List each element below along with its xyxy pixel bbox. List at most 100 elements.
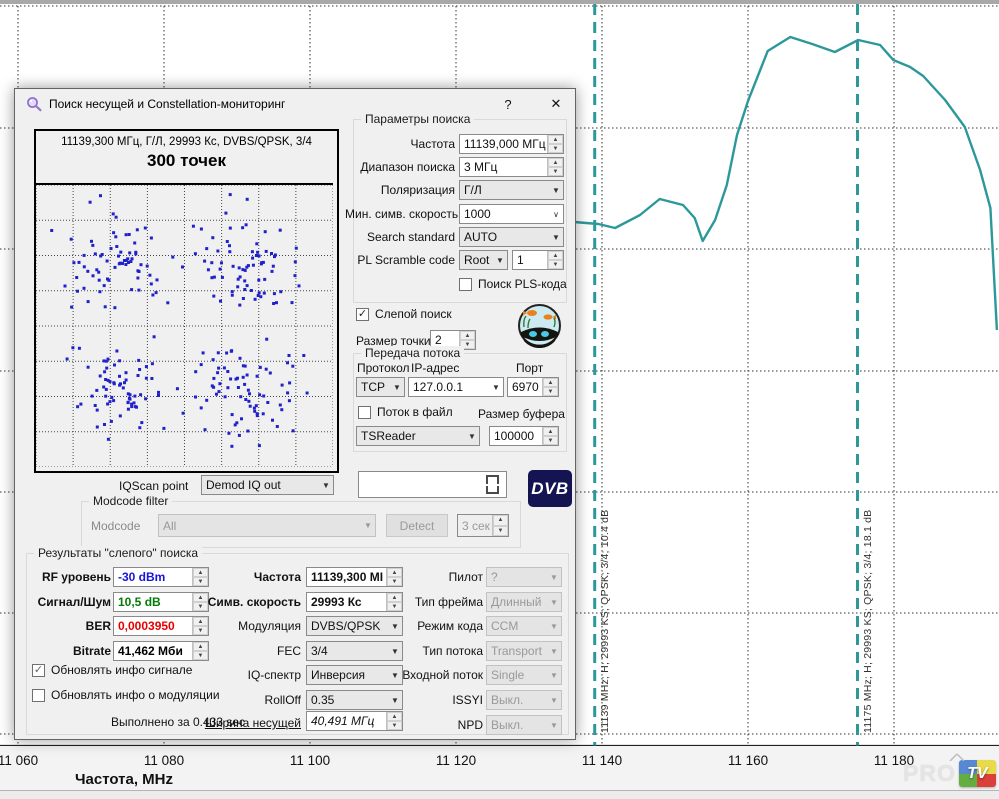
ip-address-select[interactable]: 127.0.0.1▼ bbox=[408, 377, 504, 397]
protocol-select[interactable]: TCP▼ bbox=[356, 377, 405, 397]
port-label: Порт bbox=[516, 361, 543, 375]
help-button[interactable]: ? bbox=[493, 89, 523, 119]
result-label-4: Bitrate bbox=[31, 644, 111, 658]
demod-field-6-value: 0.35 bbox=[307, 693, 388, 707]
result-field-1[interactable]: -30 dBm▲▼ bbox=[113, 567, 209, 587]
close-button[interactable]: ✕ bbox=[539, 89, 573, 119]
port-stepper[interactable]: 6970▲▼ bbox=[507, 377, 559, 397]
iqscan-label: IQScan point bbox=[119, 479, 188, 493]
demod-field-4-value: 3/4 bbox=[307, 644, 388, 658]
blind-search-checkbox[interactable]: ✓ Слепой поиск bbox=[356, 307, 452, 321]
demod-field-5-value: Инверсия bbox=[307, 668, 388, 682]
param-field-1-spin-buttons[interactable]: ▲▼ bbox=[547, 135, 563, 153]
result-field-4[interactable]: 41,462 Мби▲▼ bbox=[113, 641, 209, 661]
pl-scramble-mode-select-value: Root bbox=[460, 253, 493, 267]
chevron-down-icon: ▼ bbox=[547, 696, 561, 705]
param-field-2[interactable]: 3 МГц▲▼ bbox=[459, 157, 564, 177]
modcode-group-title: Modcode filter bbox=[89, 494, 172, 508]
demod-label-3: Модуляция bbox=[196, 619, 301, 633]
spectrum-trace bbox=[574, 37, 997, 330]
stream-info-label-2: Тип фрейма bbox=[381, 595, 483, 609]
stream-info-field-2-value: Длинный bbox=[487, 595, 547, 609]
stream-info-field-1: ?▼ bbox=[486, 567, 562, 587]
pl-scramble-value-stepper-value: 1 bbox=[513, 253, 547, 267]
iqscan-select[interactable]: Demod IQ out▼ bbox=[201, 475, 334, 495]
constellation-header: 11139,300 МГц, Г/Л, 29993 Кс, DVBS/QPSK,… bbox=[36, 136, 337, 148]
aquarium-cat-icon bbox=[517, 303, 562, 348]
result-field-3[interactable]: 0,0003950▲▼ bbox=[113, 616, 209, 636]
chevron-down-icon: ▼ bbox=[547, 671, 561, 680]
pl-scramble-value-stepper[interactable]: 1▲▼ bbox=[512, 250, 564, 270]
param-field-2-value: 3 МГц bbox=[460, 160, 547, 174]
pls-code-search-checkbox[interactable]: Поиск PLS-кода bbox=[459, 277, 567, 291]
chevron-down-icon: ▼ bbox=[547, 721, 561, 730]
modcode-select: All▼ bbox=[158, 514, 376, 537]
pl-scramble-value-stepper-spin-buttons[interactable]: ▲▼ bbox=[547, 251, 563, 269]
modcode-label: Modcode bbox=[91, 519, 140, 533]
chevron-down-icon: ▼ bbox=[547, 622, 561, 631]
x-tick-label-4: 11 120 bbox=[436, 753, 476, 768]
carrier-width-link[interactable]: Ширина несущей bbox=[190, 716, 301, 730]
x-tick-label-1: 11 060 bbox=[0, 753, 38, 768]
chevron-down-icon: ▼ bbox=[547, 573, 561, 582]
dialog-title: Поиск несущей и Constellation-мониторинг bbox=[49, 97, 285, 111]
carrier-search-dialog: Поиск несущей и Constellation-мониторинг… bbox=[14, 88, 576, 740]
carrier-width-stepper[interactable]: 40,491 МГц▲▼ bbox=[306, 711, 403, 731]
buffer-size-stepper[interactable]: 100000▲▼ bbox=[489, 426, 559, 446]
param-field-2-spin-buttons[interactable]: ▲▼ bbox=[547, 158, 563, 176]
tv-logo-icon: TV bbox=[959, 760, 996, 787]
carrier-marker-label-1: 11139 MHz; H; 29993 KS; QPSK; 3/4; 10.4 … bbox=[599, 510, 611, 733]
update-modulation-info-checkbox[interactable]: Обновлять инфо о модуляции bbox=[32, 688, 220, 702]
reader-select[interactable]: TSReader▼ bbox=[356, 426, 480, 446]
stream-info-field-2: Длинный▼ bbox=[486, 592, 562, 612]
demod-label-2: Симв. скорость bbox=[196, 595, 301, 609]
checkbox-checked-icon[interactable]: ✓ bbox=[356, 308, 369, 321]
stream-info-field-5-value: Single bbox=[487, 668, 547, 682]
stream-info-field-6: Выкл.▼ bbox=[486, 690, 562, 710]
chevron-down-icon: ▼ bbox=[549, 233, 563, 242]
pl-scramble-mode-select[interactable]: Root▼ bbox=[459, 250, 508, 270]
carrier-marker-label-2: 11175 MHz; H; 29993 KS; QPSK; 3/4; 18.1 … bbox=[862, 510, 874, 733]
demod-field-2-value: 29993 Кс bbox=[307, 595, 386, 609]
result-field-2[interactable]: 10,5 dB▲▼ bbox=[113, 592, 209, 612]
stream-info-field-6-value: Выкл. bbox=[487, 693, 547, 707]
param-field-5[interactable]: AUTO▼ bbox=[459, 227, 564, 247]
param-field-3[interactable]: Г/Л▼ bbox=[459, 180, 564, 200]
checkbox-checked-icon[interactable]: ✓ bbox=[32, 664, 45, 677]
protocol-label: Протокол bbox=[357, 361, 410, 375]
param-field-1[interactable]: 11139,000 МГц▲▼ bbox=[459, 134, 564, 154]
param-field-4[interactable]: 1000∨ bbox=[459, 204, 564, 224]
checkbox-unchecked-icon[interactable] bbox=[32, 689, 45, 702]
chevron-down-icon: ▼ bbox=[547, 647, 561, 656]
demod-field-3-value: DVBS/QPSK bbox=[307, 619, 388, 633]
update-signal-info-checkbox[interactable]: ✓ Обновлять инфо сигнале bbox=[32, 663, 192, 677]
magnifier-icon bbox=[26, 96, 42, 112]
param-field-1-value: 11139,000 МГц bbox=[460, 137, 547, 151]
checkbox-unchecked-icon[interactable] bbox=[358, 406, 371, 419]
stream-info-field-3: CCM▼ bbox=[486, 616, 562, 636]
stream-info-label-4: Тип потока bbox=[381, 644, 483, 658]
dialog-titlebar[interactable]: Поиск несущей и Constellation-мониторинг… bbox=[15, 89, 575, 119]
protv-watermark: PRO TV NET.UA bbox=[903, 760, 999, 787]
param-field-5-value: AUTO bbox=[460, 230, 549, 244]
detect-interval-stepper: 3 сек▲▼ bbox=[457, 514, 509, 537]
param-label-5: Search standard bbox=[345, 230, 455, 244]
stream-info-label-5: Входной поток bbox=[381, 668, 483, 682]
param-field-3-value: Г/Л bbox=[460, 183, 549, 197]
stream-info-label-1: Пилот bbox=[381, 570, 483, 584]
chevron-down-icon: ▼ bbox=[493, 256, 507, 265]
demod-label-1: Частота bbox=[196, 570, 301, 584]
stream-info-field-1-value: ? bbox=[487, 570, 547, 584]
stream-info-field-4-value: Transport bbox=[487, 644, 547, 658]
param-label-4: Мин. симв. скорость bbox=[345, 207, 455, 221]
constellation-box: 11139,300 МГц, Г/Л, 29993 Кс, DVBS/QPSK,… bbox=[34, 129, 339, 473]
checkbox-unchecked-icon[interactable] bbox=[459, 278, 472, 291]
stream-to-file-checkbox[interactable]: Поток в файл bbox=[358, 405, 453, 419]
constellation-points bbox=[36, 185, 333, 467]
ip-label: IP-адрес bbox=[411, 361, 459, 375]
x-tick-label-5: 11 140 bbox=[582, 753, 622, 768]
lcd-digit-zero bbox=[486, 475, 499, 494]
result-label-2: Сигнал/Шум bbox=[31, 595, 111, 609]
result-field-4-value: 41,462 Мби bbox=[114, 644, 192, 658]
result-label-1: RF уровень bbox=[31, 570, 111, 584]
